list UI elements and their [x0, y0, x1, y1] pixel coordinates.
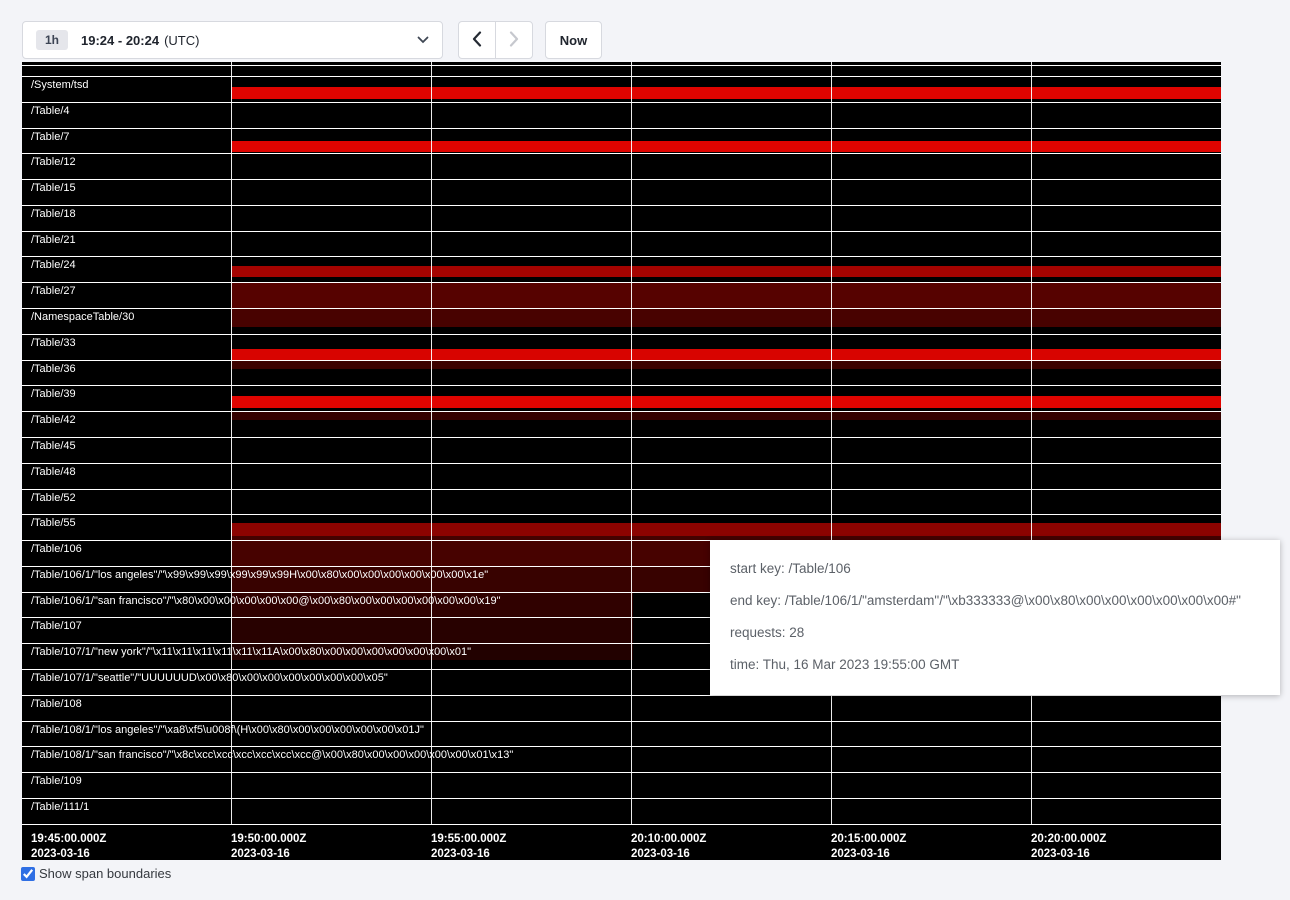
- show-span-boundaries-label: Show span boundaries: [39, 866, 171, 881]
- footer-controls: Show span boundaries: [21, 866, 171, 881]
- chevron-right-icon: [509, 31, 519, 50]
- range-start-key-label: /Table/21: [31, 234, 76, 246]
- heatmap-row[interactable]: /Table/111/1: [22, 798, 1221, 824]
- range-start-key-label: /Table/52: [31, 492, 76, 504]
- range-start-key-label: /Table/55: [31, 517, 76, 529]
- range-start-key-label: /Table/4: [31, 105, 70, 117]
- heat-band: [231, 266, 1221, 277]
- heatmap-row[interactable]: /Table/27: [22, 282, 1221, 308]
- range-start-key-label: /Table/107/1/"seattle"/"UUUUUUD\x00\x80\…: [31, 672, 388, 684]
- time-axis: 19:45:00.000Z2023-03-16 19:50:00.000Z2023…: [22, 832, 1221, 864]
- range-start-key-label: /Table/12: [31, 156, 76, 168]
- range-start-key-label: /Table/45: [31, 440, 76, 452]
- heatmap-row[interactable]: /Table/48: [22, 463, 1221, 489]
- heat-band: [231, 309, 1221, 327]
- range-start-key-label: /Table/15: [31, 182, 76, 194]
- range-start-key-label: /Table/7: [31, 131, 70, 143]
- heatmap-row[interactable]: /Table/108: [22, 695, 1221, 721]
- range-start-key-label: /Table/107/1/"new york"/"\x11\x11\x11\x1…: [31, 646, 471, 658]
- heatmap-row[interactable]: /Table/21: [22, 231, 1221, 257]
- time-gridline: [631, 62, 632, 824]
- heat-band: [231, 141, 1221, 152]
- time-axis-tick: 20:20:00.000Z2023-03-16: [1031, 832, 1106, 862]
- heatmap-row[interactable]: /Table/18: [22, 205, 1221, 231]
- time-axis-tick: 19:55:00.000Z2023-03-16: [431, 832, 506, 862]
- heat-band: [231, 396, 1221, 407]
- range-start-key-label: /Table/108: [31, 698, 82, 710]
- tooltip-line: time: Thu, 16 Mar 2023 19:55:00 GMT: [730, 657, 1260, 672]
- range-start-key-label: /Table/108/1/"los angeles"/"\xa8\xf5\u00…: [31, 724, 424, 736]
- heatmap-row[interactable]: /Table/4: [22, 102, 1221, 128]
- previous-interval-button[interactable]: [458, 21, 496, 59]
- heatmap-row[interactable]: /Table/7: [22, 128, 1221, 154]
- chevron-left-icon: [472, 31, 482, 50]
- heat-band: [231, 412, 1221, 419]
- range-start-key-label: /NamespaceTable/30: [31, 311, 134, 323]
- range-start-key-label: /Table/24: [31, 259, 76, 271]
- time-axis-tick: 19:45:00.000Z2023-03-16: [31, 832, 106, 862]
- range-start-key-label: /Table/109: [31, 775, 82, 787]
- time-range-selector[interactable]: 1h 19:24 - 20:24 (UTC): [22, 21, 443, 59]
- time-axis-tick: 19:50:00.000Z2023-03-16: [231, 832, 306, 862]
- heatmap-row[interactable]: /Table/108/1/"san francisco"/"\x8c\xcc\x…: [22, 746, 1221, 772]
- heat-band: [231, 361, 1221, 369]
- time-nav-group: [458, 21, 533, 59]
- tooltip-line: requests: 28: [730, 625, 1260, 640]
- time-range-timezone: (UTC): [164, 33, 199, 48]
- range-start-key-label: /Table/27: [31, 285, 76, 297]
- heatmap-row[interactable]: /Table/24: [22, 256, 1221, 282]
- range-start-key-label: /Table/39: [31, 388, 76, 400]
- bucket-tooltip: start key: /Table/106 end key: /Table/106…: [710, 540, 1280, 695]
- now-button[interactable]: Now: [545, 21, 602, 59]
- time-gridline: [831, 62, 832, 824]
- range-start-key-label: /Table/107: [31, 620, 82, 632]
- heatmap-row[interactable]: /Table/45: [22, 437, 1221, 463]
- heat-band: [231, 523, 1221, 535]
- heat-band: [231, 349, 1221, 359]
- time-gridline: [431, 62, 432, 824]
- heat-band: [231, 87, 1221, 98]
- range-start-key-label: /Table/106: [31, 543, 82, 555]
- chevron-down-icon: [417, 31, 429, 49]
- range-start-key-label: /Table/111/1: [31, 801, 89, 813]
- time-gridline: [1031, 62, 1032, 824]
- range-start-key-label: /Table/106/1/"los angeles"/"\x99\x99\x99…: [31, 569, 488, 581]
- range-start-key-label: /Table/42: [31, 414, 76, 426]
- heatmap-row[interactable]: /Table/39: [22, 385, 1221, 411]
- time-axis-tick: 20:15:00.000Z2023-03-16: [831, 832, 906, 862]
- heatmap-row[interactable]: /Table/109: [22, 772, 1221, 798]
- heatmap-row[interactable]: /NamespaceTable/30: [22, 308, 1221, 334]
- time-range-badge: 1h: [36, 30, 68, 50]
- range-start-key-label: /Table/48: [31, 466, 76, 478]
- heatmap-row[interactable]: /Table/15: [22, 179, 1221, 205]
- range-start-key-label: /Table/33: [31, 337, 76, 349]
- key-visualizer-heatmap[interactable]: /System/tsd/Table/4/Table/7/Table/12/Tab…: [22, 62, 1221, 860]
- show-span-boundaries-checkbox[interactable]: [21, 867, 35, 881]
- heatmap-row[interactable]: /Table/108/1/"los angeles"/"\xa8\xf5\u00…: [22, 721, 1221, 747]
- heatmap-top-line: [22, 65, 1221, 66]
- time-range-text: 19:24 - 20:24: [81, 33, 159, 48]
- time-gridline: [231, 62, 232, 824]
- heat-band: [231, 283, 1221, 308]
- tooltip-line: end key: /Table/106/1/"amsterdam"/"\xb33…: [730, 593, 1260, 608]
- range-start-key-label: /Table/108/1/"san francisco"/"\x8c\xcc\x…: [31, 749, 513, 761]
- heatmap-row[interactable]: /Table/12: [22, 153, 1221, 179]
- heatmap-row[interactable]: /Table/33: [22, 334, 1221, 360]
- next-interval-button[interactable]: [495, 21, 533, 59]
- heatmap-row[interactable]: /Table/42: [22, 411, 1221, 437]
- tooltip-line: start key: /Table/106: [730, 561, 1260, 576]
- heatmap-row[interactable]: /Table/36: [22, 360, 1221, 386]
- range-start-key-label: /Table/18: [31, 208, 76, 220]
- range-start-key-label: /Table/36: [31, 363, 76, 375]
- heatmap-row[interactable]: /Table/55: [22, 514, 1221, 540]
- heatmap-row[interactable]: /Table/52: [22, 489, 1221, 515]
- heatmap-rows: /System/tsd/Table/4/Table/7/Table/12/Tab…: [22, 76, 1221, 825]
- time-axis-tick: 20:10:00.000Z2023-03-16: [631, 832, 706, 862]
- range-start-key-label: /System/tsd: [31, 79, 88, 91]
- heatmap-row[interactable]: /System/tsd: [22, 76, 1221, 102]
- heat-band: [231, 618, 634, 643]
